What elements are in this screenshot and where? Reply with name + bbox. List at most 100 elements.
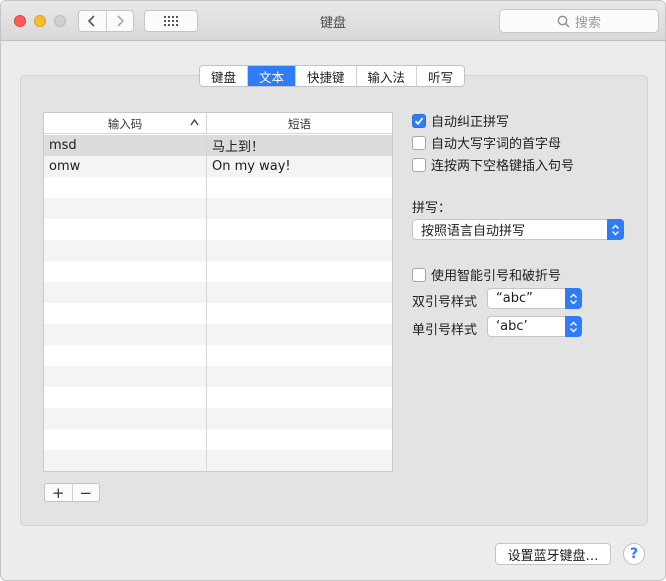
tab-shortcuts[interactable]: 快捷键 <box>295 66 356 86</box>
column-header-with[interactable]: 短语 <box>207 113 392 134</box>
tab-input-sources[interactable]: 输入法 <box>355 66 417 86</box>
preferences-window: 键盘 搜索 键盘 文本 快捷键 输入法 听写 输入码 短语 msd 马上到！ o… <box>0 0 666 581</box>
with-cell: On my way! <box>212 159 291 174</box>
add-remove-control: + − <box>44 483 100 502</box>
table-row-empty <box>44 429 392 450</box>
table-row-empty <box>44 177 392 198</box>
double-quotes-label: 双引号样式 <box>412 295 478 310</box>
single-quotes-popup[interactable]: ‘abc’ <box>487 316 582 337</box>
title-bar: 键盘 搜索 <box>1 1 665 41</box>
smart-quotes-checkbox[interactable]: 使用智能引号和破折号 <box>412 265 561 284</box>
table-row[interactable]: omw On my way! <box>44 156 392 177</box>
table-header: 输入码 短语 <box>44 113 392 134</box>
table-row[interactable]: msd 马上到！ <box>44 135 392 156</box>
tab-keyboard[interactable]: 键盘 <box>200 66 247 86</box>
single-quotes-label: 单引号样式 <box>412 323 478 338</box>
checkbox-unchecked <box>412 157 426 172</box>
help-button[interactable]: ? <box>623 543 645 565</box>
replace-cell <box>44 177 207 198</box>
replace-cell <box>44 303 207 324</box>
tab-dictation[interactable]: 听写 <box>416 66 464 86</box>
replace-cell <box>44 282 207 303</box>
with-cell <box>207 240 392 261</box>
autocorrect-label: 自动纠正拼写 <box>431 115 510 130</box>
with-cell <box>207 366 392 387</box>
with-cell <box>207 198 392 219</box>
replace-cell <box>44 324 207 345</box>
smart-quotes-label: 使用智能引号和破折号 <box>431 269 562 284</box>
table-row-empty <box>44 387 392 408</box>
autocorrect-checkbox[interactable]: 自动纠正拼写 <box>412 111 509 130</box>
sort-ascending-icon <box>190 118 199 126</box>
with-cell <box>207 408 392 429</box>
table-row-empty <box>44 345 392 366</box>
table-row-empty <box>44 303 392 324</box>
tab-bar: 键盘 文本 快捷键 输入法 听写 <box>199 65 466 87</box>
replace-cell: msd <box>44 135 207 156</box>
search-icon <box>557 15 570 28</box>
column-header-with-label: 短语 <box>288 116 311 131</box>
table-row-empty <box>44 240 392 261</box>
checkbox-checked <box>412 113 426 128</box>
replace-cell <box>44 240 207 261</box>
checkbox-unchecked <box>412 267 426 282</box>
replace-cell <box>44 429 207 450</box>
with-cell <box>207 261 392 282</box>
spelling-value: 按照语言自动拼写 <box>421 224 526 239</box>
add-button[interactable]: + <box>45 484 72 501</box>
table-row-empty <box>44 261 392 282</box>
table-row-empty <box>44 450 392 471</box>
table-row-empty <box>44 198 392 219</box>
replace-cell: omw <box>44 156 207 177</box>
replace-cell <box>44 198 207 219</box>
table-row-empty <box>44 366 392 387</box>
popup-arrows-icon <box>565 316 582 337</box>
table-row-empty <box>44 408 392 429</box>
with-cell <box>207 303 392 324</box>
checkbox-unchecked <box>412 135 426 150</box>
with-cell <box>207 387 392 408</box>
replace-cell <box>44 366 207 387</box>
search-placeholder: 搜索 <box>574 15 601 31</box>
setup-bluetooth-keyboard-button[interactable]: 设置蓝牙键盘… <box>495 543 611 565</box>
double-quotes-value: “abc” <box>496 291 533 306</box>
capitalize-checkbox[interactable]: 自动大写字词的首字母 <box>412 133 561 152</box>
column-header-replace-label: 输入码 <box>107 116 143 131</box>
with-cell <box>207 471 392 472</box>
with-cell <box>207 450 392 471</box>
replace-cell <box>44 471 207 472</box>
table-row-empty <box>44 282 392 303</box>
table-body: msd 马上到！ omw On my way! <box>44 135 392 472</box>
spelling-popup[interactable]: 按照语言自动拼写 <box>412 219 624 240</box>
replace-cell <box>44 387 207 408</box>
column-header-replace[interactable]: 输入码 <box>44 113 207 134</box>
with-cell <box>207 282 392 303</box>
tab-text[interactable]: 文本 <box>247 66 296 86</box>
with-cell <box>207 219 392 240</box>
replace-cell <box>44 450 207 471</box>
with-cell <box>207 324 392 345</box>
table-row-empty <box>44 219 392 240</box>
with-cell <box>207 345 392 366</box>
remove-button[interactable]: − <box>71 484 100 501</box>
double-space-period-label: 连按两下空格键插入句号 <box>431 159 575 174</box>
table-row-empty <box>44 471 392 472</box>
popup-arrows-icon <box>565 288 582 309</box>
replace-cell <box>44 219 207 240</box>
capitalize-label: 自动大写字词的首字母 <box>431 137 562 152</box>
single-quotes-value: ‘abc’ <box>496 319 528 334</box>
search-field[interactable]: 搜索 <box>499 9 659 33</box>
with-cell <box>207 429 392 450</box>
replace-cell <box>44 261 207 282</box>
checkmark-icon <box>414 116 424 125</box>
replace-cell <box>44 345 207 366</box>
spelling-label: 拼写： <box>412 201 452 216</box>
with-cell <box>207 177 392 198</box>
with-cell: 马上到！ <box>212 140 265 155</box>
popup-arrows-icon <box>607 219 624 240</box>
double-quotes-popup[interactable]: “abc” <box>487 288 582 309</box>
text-replacement-table[interactable]: 输入码 短语 msd 马上到！ omw On my way! <box>43 112 393 472</box>
replace-cell <box>44 408 207 429</box>
table-row-empty <box>44 324 392 345</box>
double-space-period-checkbox[interactable]: 连按两下空格键插入句号 <box>412 155 574 174</box>
